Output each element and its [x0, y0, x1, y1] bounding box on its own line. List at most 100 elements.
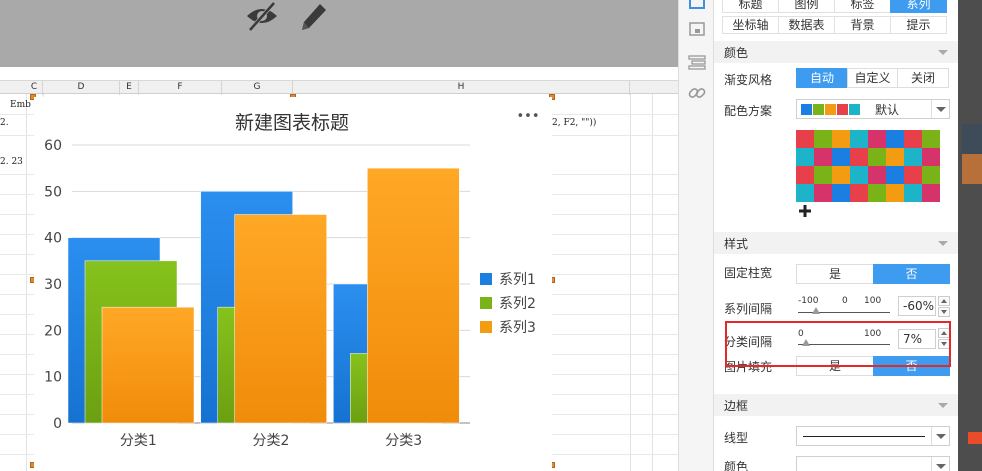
border-color-select[interactable]: [796, 456, 950, 471]
column-header: C D E F G H: [0, 80, 678, 95]
palette-swatch[interactable]: [796, 166, 814, 184]
legend-swatch: [480, 321, 492, 333]
palette-swatch[interactable]: [814, 148, 832, 166]
palette-swatch[interactable]: [922, 184, 940, 202]
bar-chart[interactable]: 新建图表标题 ••• 0 10 20 30 40 50 60 分类1 分类2 分类3 系列1 系列2…: [34, 97, 552, 471]
palette-swatch[interactable]: [850, 166, 868, 184]
tab-title[interactable]: 标题: [722, 0, 779, 13]
gradient-custom-option[interactable]: 自定义: [847, 68, 898, 88]
palette-swatch[interactable]: [904, 166, 922, 184]
link-icon[interactable]: [686, 83, 708, 103]
y-tick-label: 20: [44, 323, 62, 339]
cell-text[interactable]: Emb: [10, 100, 31, 110]
color-scheme-select[interactable]: 默认: [796, 99, 950, 119]
collapse-caret-icon: [938, 241, 948, 246]
palette-swatch[interactable]: [922, 166, 940, 184]
color-palette-grid[interactable]: [796, 130, 940, 202]
series-gap-down-button[interactable]: [938, 307, 950, 317]
palette-swatch[interactable]: [814, 184, 832, 202]
palette-swatch[interactable]: [832, 130, 850, 148]
palette-swatch[interactable]: [832, 148, 850, 166]
y-tick-label: 60: [44, 138, 62, 154]
palette-swatch[interactable]: [886, 148, 904, 166]
style-section-header[interactable]: 样式: [714, 232, 958, 254]
border-section-header[interactable]: 边框: [714, 394, 958, 416]
section-title: 边框: [724, 399, 749, 413]
column-header-h[interactable]: H: [293, 81, 630, 95]
palette-swatch[interactable]: [922, 130, 940, 148]
palette-swatch[interactable]: [868, 184, 886, 202]
y-tick-label: 30: [44, 277, 62, 293]
palette-swatch[interactable]: [832, 184, 850, 202]
chevron-down-icon[interactable]: [931, 457, 949, 471]
tab-axis[interactable]: 坐标轴: [722, 16, 779, 34]
palette-swatch[interactable]: [868, 166, 886, 184]
chart-title[interactable]: 新建图表标题: [235, 112, 349, 134]
x-tick-label: 分类2: [253, 433, 290, 449]
legend-item-label[interactable]: 系列3: [499, 320, 536, 336]
tab-background[interactable]: 背景: [834, 16, 891, 34]
palette-swatch[interactable]: [850, 148, 868, 166]
tab-legend[interactable]: 图例: [778, 0, 835, 13]
column-header-f[interactable]: F: [139, 81, 222, 95]
palette-swatch[interactable]: [904, 148, 922, 166]
color-section-header[interactable]: 颜色: [714, 41, 958, 63]
chevron-down-icon[interactable]: [931, 100, 949, 118]
chart-style-icon[interactable]: [686, 0, 708, 14]
fixed-width-toggle: 是 否: [796, 264, 950, 284]
palette-swatch[interactable]: [850, 130, 868, 148]
bar-3-3[interactable]: [367, 167, 460, 424]
add-color-icon[interactable]: [798, 204, 812, 218]
pencil-icon[interactable]: [296, 0, 330, 34]
gradient-off-option[interactable]: 关闭: [897, 68, 949, 88]
category-gap-highlight-box: [725, 321, 951, 367]
palette-swatch[interactable]: [796, 130, 814, 148]
tab-label[interactable]: 标签: [834, 0, 891, 13]
column-header-c[interactable]: C: [26, 81, 43, 95]
palette-swatch[interactable]: [868, 130, 886, 148]
palette-swatch[interactable]: [850, 184, 868, 202]
tab-data-table[interactable]: 数据表: [778, 16, 835, 34]
column-header-g[interactable]: G: [222, 81, 293, 95]
chart-menu-icon[interactable]: •••: [516, 109, 539, 124]
series-gap-input[interactable]: -60%: [898, 296, 936, 316]
fixed-width-yes[interactable]: 是: [796, 264, 874, 284]
cell-attr-icon[interactable]: [686, 20, 708, 40]
cell-text[interactable]: 2, F2, "")): [552, 118, 596, 128]
line-type-select[interactable]: [796, 426, 950, 446]
bar-3-2[interactable]: [234, 214, 327, 424]
palette-swatch[interactable]: [814, 166, 832, 184]
tab-tooltip[interactable]: 提示: [890, 16, 947, 34]
series-gap-max: 100: [864, 296, 882, 306]
palette-swatch[interactable]: [886, 130, 904, 148]
widget-attr-icon[interactable]: [686, 52, 708, 72]
bar-3-1[interactable]: [101, 306, 195, 424]
palette-swatch[interactable]: [886, 166, 904, 184]
palette-swatch[interactable]: [904, 184, 922, 202]
fixed-width-no[interactable]: 否: [873, 264, 950, 284]
chevron-down-icon[interactable]: [931, 427, 949, 445]
gradient-style-label: 渐变风格: [724, 73, 773, 87]
y-tick-label: 40: [44, 231, 62, 247]
tab-row-2: 坐标轴 数据表 背景 提示: [722, 16, 947, 34]
palette-swatch[interactable]: [796, 184, 814, 202]
palette-swatch[interactable]: [868, 148, 886, 166]
tab-series[interactable]: 系列: [890, 0, 947, 13]
palette-swatch[interactable]: [922, 148, 940, 166]
legend-item-label[interactable]: 系列1: [499, 272, 536, 288]
palette-swatch[interactable]: [796, 148, 814, 166]
legend-item-label[interactable]: 系列2: [499, 296, 536, 312]
series-gap-slider-knob[interactable]: [812, 307, 820, 314]
gradient-auto-option[interactable]: 自动: [796, 68, 848, 88]
palette-swatch[interactable]: [904, 130, 922, 148]
column-header-e[interactable]: E: [120, 81, 139, 95]
column-header-d[interactable]: D: [43, 81, 120, 95]
palette-swatch[interactable]: [886, 184, 904, 202]
chart-properties-panel: 标题 图例 标签 系列 坐标轴 数据表 背景 提示 颜色 渐变风格 自动 自定义…: [714, 0, 958, 471]
cell-text[interactable]: 2.: [0, 118, 9, 128]
palette-swatch[interactable]: [814, 130, 832, 148]
palette-swatch[interactable]: [832, 166, 850, 184]
cell-text[interactable]: 2. 23: [0, 157, 23, 167]
hide-eye-icon[interactable]: [244, 0, 280, 34]
series-gap-up-button[interactable]: [938, 296, 950, 306]
